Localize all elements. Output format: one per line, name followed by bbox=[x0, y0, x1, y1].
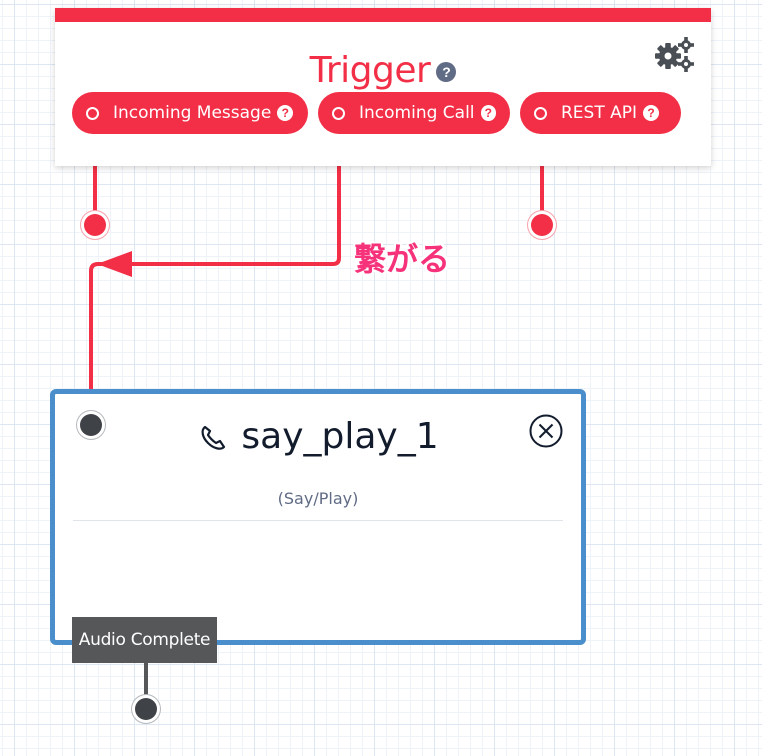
trigger-title-row: Trigger? bbox=[55, 50, 711, 91]
widget-divider bbox=[73, 520, 563, 521]
radio-empty-icon bbox=[86, 106, 99, 120]
trigger-option-incoming-message[interactable]: Incoming Message ? bbox=[72, 92, 308, 134]
widget-title: say_play_1 bbox=[241, 416, 439, 457]
gears-icon[interactable] bbox=[655, 36, 695, 72]
connection-arrowhead bbox=[97, 251, 132, 277]
say-play-widget[interactable]: say_play_1 (Say/Play) bbox=[50, 389, 586, 645]
help-icon[interactable]: ? bbox=[436, 62, 457, 82]
trigger-title: Trigger bbox=[309, 50, 431, 91]
radio-empty-icon bbox=[534, 106, 547, 120]
help-icon[interactable]: ? bbox=[277, 105, 294, 121]
incoming-call-connection-wire bbox=[89, 148, 341, 424]
trigger-option-incoming-call[interactable]: Incoming Call ? bbox=[318, 92, 510, 134]
incoming-message-connector[interactable] bbox=[84, 214, 106, 236]
widget-input-connector[interactable] bbox=[80, 414, 102, 436]
trigger-widget[interactable]: Trigger? bbox=[55, 8, 711, 166]
rest-api-connector[interactable] bbox=[531, 214, 553, 236]
trigger-option-label: Incoming Message bbox=[113, 103, 272, 123]
phone-icon bbox=[201, 425, 226, 450]
audio-complete-connector[interactable] bbox=[135, 698, 157, 720]
trigger-option-label: Incoming Call bbox=[359, 103, 475, 123]
radio-empty-icon bbox=[332, 106, 345, 120]
trigger-option-label: REST API bbox=[561, 103, 638, 123]
annotation-text: 繋がる bbox=[354, 240, 451, 278]
help-icon[interactable]: ? bbox=[643, 105, 660, 121]
transition-audio-complete[interactable]: Audio Complete bbox=[72, 617, 217, 663]
widget-title-row: say_play_1 bbox=[55, 416, 581, 457]
trigger-option-rest-api[interactable]: REST API ? bbox=[520, 92, 681, 134]
widget-type-label: (Say/Play) bbox=[277, 489, 359, 508]
close-circle-icon[interactable] bbox=[529, 414, 563, 448]
help-icon[interactable]: ? bbox=[480, 105, 496, 121]
